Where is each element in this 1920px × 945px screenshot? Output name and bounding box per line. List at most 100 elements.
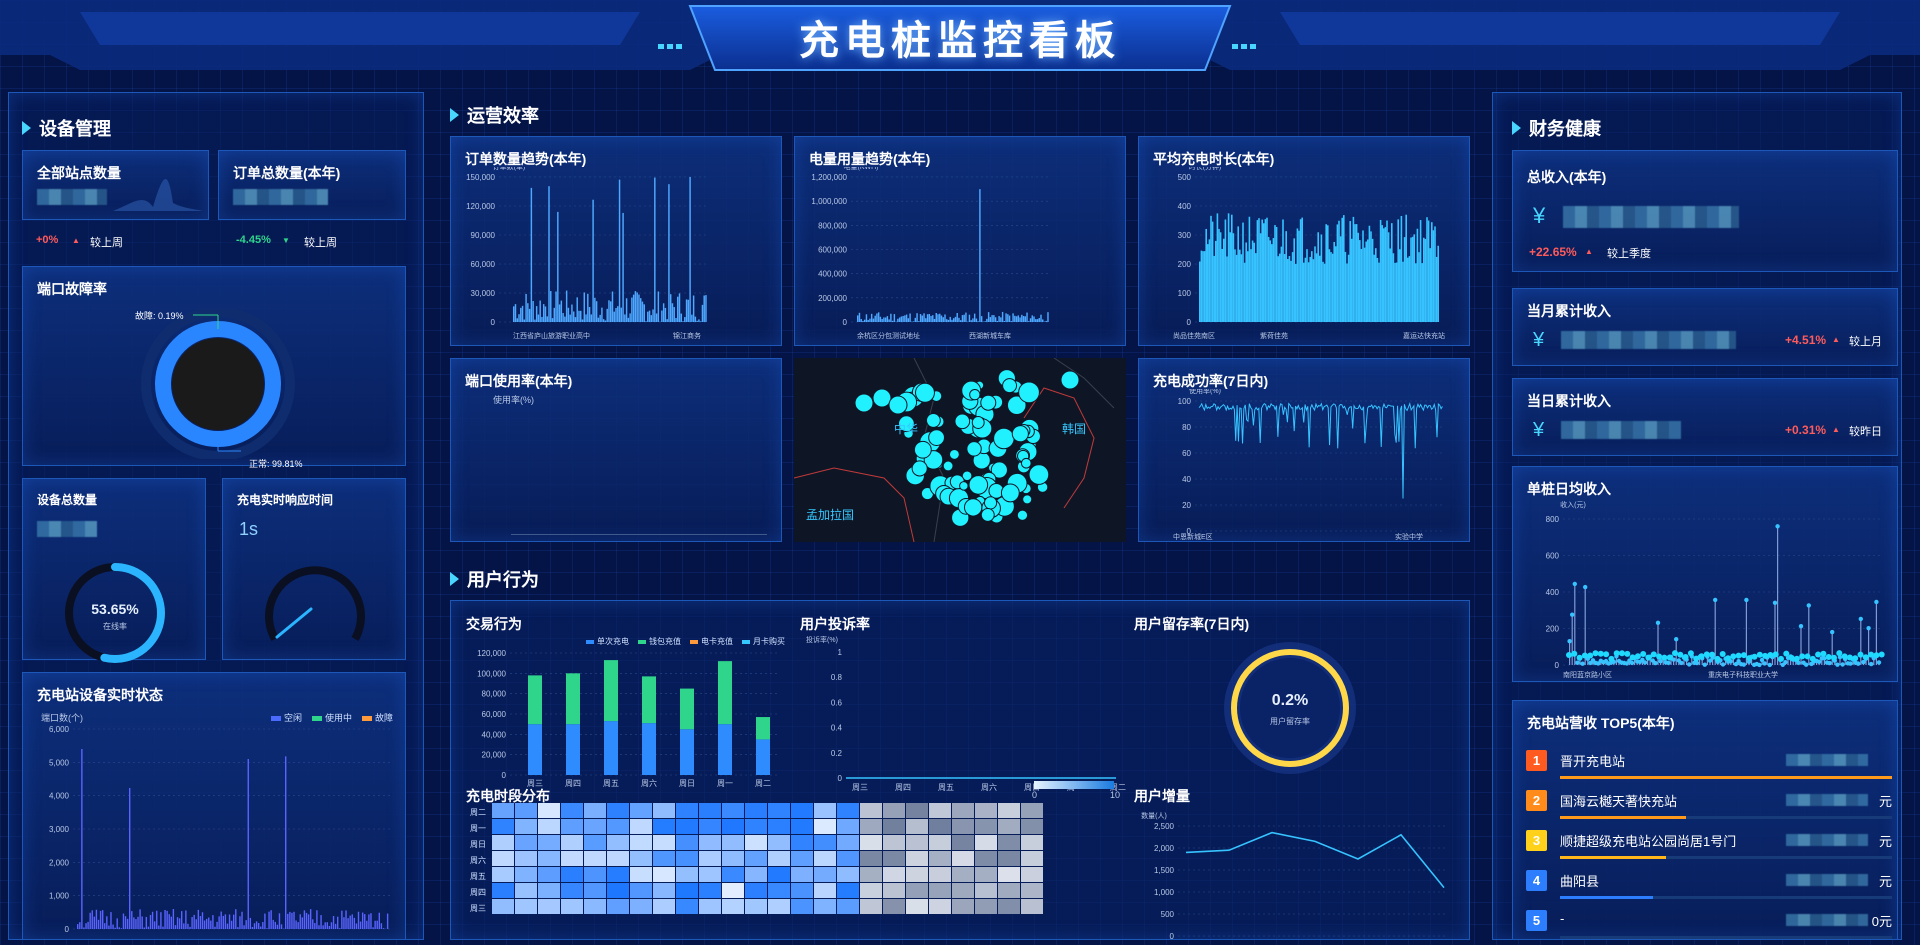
heatmap-cell bbox=[814, 851, 836, 866]
chart-bar bbox=[93, 916, 96, 929]
chart-bar bbox=[998, 316, 1000, 322]
top5-row[interactable]: 2 国海云樾天著快充站 元 bbox=[1526, 788, 1892, 824]
chart-bar bbox=[222, 915, 224, 929]
top5-row[interactable]: 1 晋开充电站 bbox=[1526, 748, 1892, 784]
chart-bar bbox=[662, 303, 665, 322]
chart-bar bbox=[110, 912, 112, 929]
chart-bar bbox=[979, 189, 981, 322]
chart-bar bbox=[632, 294, 635, 322]
chart-point bbox=[1762, 661, 1767, 666]
chart-bar bbox=[1386, 220, 1388, 322]
chart-point bbox=[1571, 650, 1578, 657]
heatmap-cell bbox=[998, 899, 1020, 914]
top5-row[interactable]: 5- 0元 bbox=[1526, 908, 1892, 944]
heatmap-cell bbox=[1021, 899, 1043, 914]
chart-bar bbox=[1010, 321, 1013, 322]
chart-point bbox=[1566, 651, 1572, 658]
chart-bar bbox=[1275, 227, 1278, 322]
device-section-label: 设备管理 bbox=[39, 119, 111, 139]
chart-point bbox=[1848, 661, 1853, 666]
chart-bar bbox=[1040, 314, 1042, 322]
heatmap-cell bbox=[768, 883, 790, 898]
chart-bar bbox=[326, 922, 328, 929]
response-time-title: 充电实时响应时间 bbox=[237, 493, 334, 507]
chart-bar bbox=[305, 912, 308, 929]
trade-bar-wallet bbox=[528, 675, 542, 725]
station-revenue-masked bbox=[1786, 874, 1868, 886]
chart-bar bbox=[126, 918, 129, 929]
heatmap-cell bbox=[768, 803, 790, 818]
day-income-delta: +0.31% bbox=[1785, 423, 1827, 437]
chart-point bbox=[1581, 652, 1588, 659]
month-income-value-masked bbox=[1561, 331, 1736, 349]
chart-point bbox=[1735, 652, 1742, 659]
axis-tick-label: 1,000 bbox=[1154, 888, 1175, 897]
chart-bar bbox=[921, 315, 924, 322]
chart-bar bbox=[1296, 228, 1299, 322]
heatmap-cell bbox=[607, 899, 629, 914]
chart-bar bbox=[1399, 249, 1401, 322]
chart-bar bbox=[932, 315, 934, 322]
heatmap-cell bbox=[883, 899, 905, 914]
station-marker bbox=[948, 448, 960, 460]
chart-bar bbox=[884, 317, 887, 322]
heatmap-cell bbox=[975, 819, 997, 834]
chart-bar bbox=[891, 320, 894, 322]
chart-bar bbox=[1355, 224, 1358, 322]
chart-bar bbox=[1367, 239, 1369, 322]
chart-bar bbox=[1232, 233, 1235, 322]
chart-bar bbox=[581, 319, 584, 322]
heatmap-row-label: 周五 bbox=[470, 872, 486, 881]
chart-bar bbox=[652, 309, 654, 322]
axis-tick-label: 100,000 bbox=[477, 669, 506, 678]
heatmap-cell bbox=[492, 867, 514, 882]
chart-bar bbox=[944, 314, 946, 322]
chart-point bbox=[1868, 651, 1875, 658]
chart-point bbox=[1830, 629, 1835, 635]
chart-bar bbox=[181, 911, 183, 929]
chart-point bbox=[1772, 600, 1778, 605]
heatmap-cell bbox=[883, 851, 905, 866]
axis-tick-label: 0.2 bbox=[831, 749, 843, 758]
axis-tick-label: 1,000,000 bbox=[811, 197, 847, 206]
chart-bar bbox=[1022, 316, 1025, 322]
rank-badge: 1 bbox=[1526, 750, 1547, 771]
chart-bar bbox=[214, 926, 216, 929]
chart-bar bbox=[590, 314, 593, 322]
heatmap-cell bbox=[837, 883, 859, 898]
heatmap-cell bbox=[883, 819, 905, 834]
chart-bar bbox=[1347, 254, 1350, 322]
station-map[interactable]: 中华 韩国 孟加拉国 bbox=[794, 358, 1126, 542]
top5-row[interactable]: 4 曲阳县 元 bbox=[1526, 868, 1892, 904]
heatmap-cell bbox=[515, 851, 537, 866]
chart-bar bbox=[347, 918, 349, 929]
chart-point bbox=[1762, 652, 1769, 659]
chart-bar bbox=[1291, 252, 1294, 322]
chart-bar bbox=[1301, 217, 1303, 322]
chart-bar bbox=[1389, 248, 1391, 322]
heatmap-cell bbox=[906, 803, 928, 818]
response-time-value: 1s bbox=[239, 519, 259, 539]
chart-bar bbox=[1251, 240, 1254, 322]
top5-row[interactable]: 3 顺捷超级充电站公园尚居1号门 元 bbox=[1526, 828, 1892, 864]
chart-bar bbox=[79, 922, 81, 929]
trade-bar-single bbox=[528, 724, 542, 775]
total-income-delta: +22.65% bbox=[1529, 245, 1577, 259]
chart-bar bbox=[174, 925, 177, 929]
axis-tick-label: 600,000 bbox=[818, 246, 847, 255]
chart-bar bbox=[1259, 233, 1262, 322]
chart-bar bbox=[337, 916, 339, 929]
chart-bar bbox=[576, 297, 578, 322]
section-marker-icon bbox=[1512, 121, 1521, 135]
heatmap-cell bbox=[561, 819, 583, 834]
heatmap-range-bar[interactable] bbox=[1034, 781, 1114, 789]
heatmap-cell bbox=[676, 851, 698, 866]
heatmap-cell bbox=[561, 883, 583, 898]
chart-bar bbox=[235, 909, 237, 929]
axis-tick-label: 400 bbox=[1178, 202, 1192, 211]
chart-bar bbox=[1379, 219, 1382, 322]
heatmap-cell bbox=[952, 899, 974, 914]
chart-bar bbox=[1019, 317, 1021, 322]
chart-bar bbox=[187, 923, 189, 929]
axis-tick-label: 5,000 bbox=[49, 758, 70, 767]
